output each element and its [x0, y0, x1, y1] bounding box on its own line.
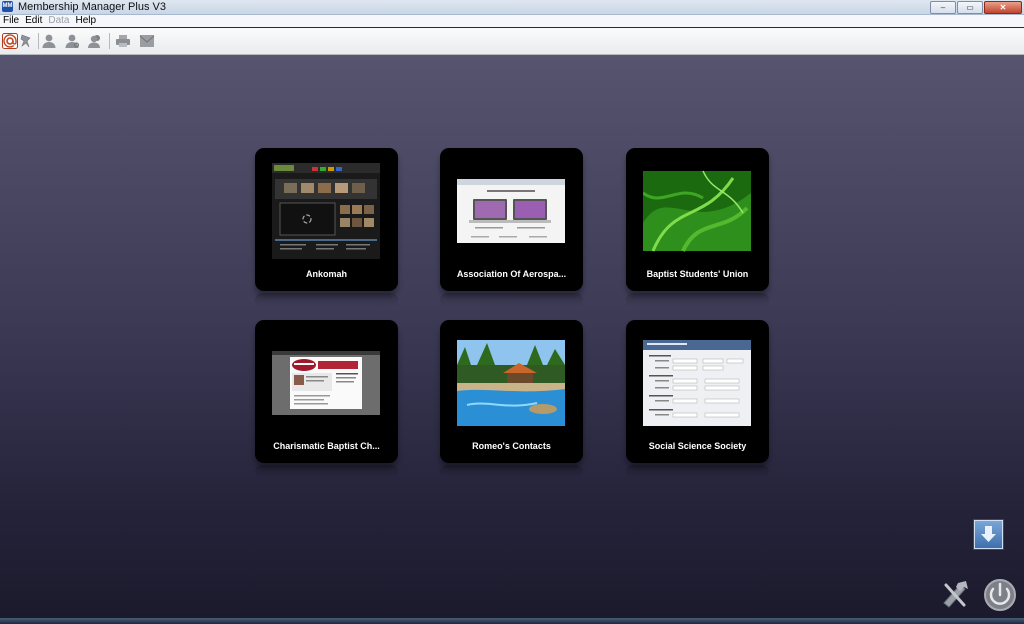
database-name: Charismatic Baptist Ch... — [273, 441, 380, 451]
print-icon[interactable] — [114, 32, 132, 50]
database-thumbnail — [272, 335, 380, 431]
database-name: Association Of Aerospa... — [456, 269, 567, 279]
down-arrow-icon — [981, 526, 996, 542]
database-gallery: Ankomah Association Of Aerospa... Baptis… — [0, 55, 1024, 618]
toolbar — [0, 28, 1024, 55]
close-button[interactable]: ✕ — [984, 1, 1022, 14]
scroll-down-button[interactable] — [974, 520, 1003, 549]
database-name: Baptist Students' Union — [646, 269, 749, 279]
tile-reflection — [440, 293, 583, 307]
database-thumbnail — [643, 335, 751, 431]
tile-reflection — [626, 293, 769, 307]
tile-reflection — [626, 465, 769, 479]
database-thumbnail — [457, 335, 565, 431]
database-tile-charismatic-baptist-church[interactable]: Charismatic Baptist Ch... — [255, 320, 398, 463]
database-name: Social Science Society — [648, 441, 747, 451]
menu-help[interactable]: Help — [72, 15, 99, 27]
tile-reflection — [440, 465, 583, 479]
menu-bar: File Edit Data Help — [0, 15, 1024, 27]
database-tile-social-science-society[interactable]: Social Science Society — [626, 320, 769, 463]
database-thumbnail — [643, 163, 751, 259]
database-tile-baptist-students-union[interactable]: Baptist Students' Union — [626, 148, 769, 291]
menu-edit[interactable]: Edit — [22, 15, 45, 27]
toolbar-separator — [109, 33, 110, 49]
pin-icon[interactable] — [17, 32, 35, 50]
maximize-button[interactable]: ▭ — [957, 1, 983, 14]
app-icon: MM — [2, 1, 13, 12]
users-icon[interactable] — [86, 32, 104, 50]
title-bar: MM Membership Manager Plus V3 – ▭ ✕ — [0, 0, 1024, 15]
database-tile-romeos-contacts[interactable]: Romeo's Contacts — [440, 320, 583, 463]
database-name: Romeo's Contacts — [472, 441, 551, 451]
database-tile-ankomah[interactable]: Ankomah — [255, 148, 398, 291]
tile-reflection — [255, 293, 398, 307]
database-thumbnail — [457, 163, 565, 259]
power-icon[interactable] — [982, 577, 1018, 613]
tools-icon[interactable] — [938, 577, 972, 611]
mail-icon[interactable] — [138, 32, 156, 50]
window-controls: – ▭ ✕ — [930, 1, 1022, 14]
user-search-icon[interactable] — [63, 32, 81, 50]
taskbar — [0, 618, 1024, 624]
menu-file[interactable]: File — [0, 15, 22, 27]
database-tile-association-of-aerospace[interactable]: Association Of Aerospa... — [440, 148, 583, 291]
toolbar-separator — [38, 33, 39, 49]
database-name: Ankomah — [305, 269, 347, 279]
minimize-button[interactable]: – — [930, 1, 956, 14]
menu-data[interactable]: Data — [45, 15, 72, 27]
window-title: Membership Manager Plus V3 — [18, 1, 166, 13]
tile-reflection — [255, 465, 398, 479]
user-icon[interactable] — [40, 32, 58, 50]
database-thumbnail — [272, 163, 380, 259]
